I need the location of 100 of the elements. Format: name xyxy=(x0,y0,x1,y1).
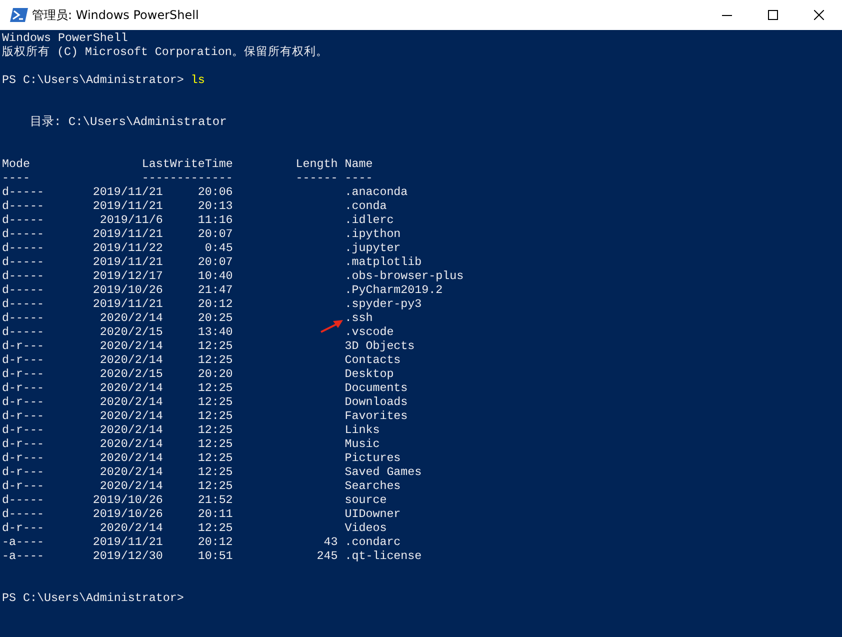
name-cell: Documents xyxy=(344,381,408,395)
name-cell: .PyCharm2019.2 xyxy=(344,283,443,297)
name-cell: Saved Games xyxy=(344,465,422,479)
name-cell: .obs-browser-plus xyxy=(344,269,464,283)
time-cell: 12:25 xyxy=(198,381,233,395)
date-cell: 2019/11/21 xyxy=(92,535,163,549)
close-icon xyxy=(814,10,824,20)
time-cell: 12:25 xyxy=(198,423,233,437)
name-cell: .qt-license xyxy=(344,549,422,563)
mode-cell: d-r--- xyxy=(2,381,44,395)
date-cell: 2020/2/15 xyxy=(100,325,163,339)
name-cell: .spyder-py3 xyxy=(344,297,422,311)
time-cell: 21:47 xyxy=(198,283,233,297)
column-header: Mode xyxy=(2,157,30,171)
date-cell: 2020/2/14 xyxy=(100,465,163,479)
time-cell: 20:12 xyxy=(198,535,233,549)
time-cell: 21:52 xyxy=(198,493,233,507)
time-cell: 10:40 xyxy=(198,269,233,283)
mode-cell: d----- xyxy=(2,199,44,213)
date-cell: 2020/2/14 xyxy=(100,437,163,451)
date-cell: 2020/2/14 xyxy=(100,479,163,493)
header-underline: ------ xyxy=(296,171,338,185)
time-cell: 20:07 xyxy=(198,227,233,241)
date-cell: 2019/11/21 xyxy=(92,199,163,213)
time-cell: 12:25 xyxy=(198,395,233,409)
date-cell: 2019/11/21 xyxy=(92,255,163,269)
name-cell: .jupyter xyxy=(344,241,401,255)
prompt-text: PS C:\Users\Administrator> xyxy=(2,73,184,87)
time-cell: 20:11 xyxy=(198,507,233,521)
console-text: 版权所有 (C) Microsoft Corporation。保留所有权利。 xyxy=(2,45,328,59)
date-cell: 2020/2/14 xyxy=(100,353,163,367)
time-cell: 10:51 xyxy=(198,549,233,563)
prompt-text: PS C:\Users\Administrator> xyxy=(2,591,184,605)
date-cell: 2019/12/30 xyxy=(92,549,163,563)
column-header: LastWriteTime xyxy=(142,157,233,171)
date-cell: 2019/11/21 xyxy=(92,227,163,241)
name-cell: .conda xyxy=(344,199,387,213)
length-cell: 245 xyxy=(316,549,338,563)
name-cell: source xyxy=(344,493,387,507)
name-cell: Videos xyxy=(344,521,387,535)
mode-cell: d----- xyxy=(2,213,44,227)
time-cell: 20:25 xyxy=(198,311,233,325)
date-cell: 2020/2/15 xyxy=(100,367,163,381)
date-cell: 2019/10/26 xyxy=(92,283,163,297)
mode-cell: d-r--- xyxy=(2,465,44,479)
name-cell: Pictures xyxy=(344,451,401,465)
directory-text: 目录: C:\Users\Administrator xyxy=(30,115,227,129)
mode-cell: -a---- xyxy=(2,535,44,549)
name-cell: Favorites xyxy=(344,409,408,423)
time-cell: 13:40 xyxy=(198,325,233,339)
time-cell: 20:20 xyxy=(198,367,233,381)
time-cell: 12:25 xyxy=(198,353,233,367)
mode-cell: d-r--- xyxy=(2,437,44,451)
date-cell: 2020/2/14 xyxy=(100,423,163,437)
mode-cell: d----- xyxy=(2,227,44,241)
time-cell: 12:25 xyxy=(198,521,233,535)
window-title: 管理员: Windows PowerShell xyxy=(32,6,199,24)
mode-cell: d----- xyxy=(2,269,44,283)
mode-cell: d----- xyxy=(2,283,44,297)
column-header: Name xyxy=(344,157,373,171)
column-header: Length xyxy=(296,157,338,171)
name-cell: .anaconda xyxy=(344,185,408,199)
time-cell: 20:13 xyxy=(198,199,233,213)
date-cell: 2019/12/17 xyxy=(92,269,163,283)
maximize-icon xyxy=(768,10,778,20)
mode-cell: d----- xyxy=(2,507,44,521)
mode-cell: d-r--- xyxy=(2,451,44,465)
time-cell: 12:25 xyxy=(198,451,233,465)
name-cell: .condarc xyxy=(344,535,401,549)
name-cell: UIDowner xyxy=(344,507,401,521)
mode-cell: d-r--- xyxy=(2,395,44,409)
time-cell: 12:25 xyxy=(198,465,233,479)
date-cell: 2019/11/21 xyxy=(92,297,163,311)
mode-cell: d-r--- xyxy=(2,521,44,535)
powershell-icon xyxy=(10,8,28,22)
date-cell: 2020/2/14 xyxy=(100,395,163,409)
header-underline: ---- xyxy=(344,171,373,185)
mode-cell: d-r--- xyxy=(2,367,44,381)
date-cell: 2020/2/14 xyxy=(100,381,163,395)
date-cell: 2019/11/21 xyxy=(92,185,163,199)
name-cell: .matplotlib xyxy=(344,255,422,269)
mode-cell: d----- xyxy=(2,185,44,199)
time-cell: 20:12 xyxy=(198,297,233,311)
name-cell: .ssh xyxy=(344,311,373,325)
mode-cell: d-r--- xyxy=(2,409,44,423)
date-cell: 2020/2/14 xyxy=(100,339,163,353)
command-text: ls xyxy=(190,73,205,87)
mode-cell: d----- xyxy=(2,255,44,269)
mode-cell: d----- xyxy=(2,493,44,507)
mode-cell: d----- xyxy=(2,297,44,311)
mode-cell: d-r--- xyxy=(2,423,44,437)
length-cell: 43 xyxy=(324,535,338,549)
date-cell: 2019/10/26 xyxy=(92,507,163,521)
time-cell: 12:25 xyxy=(198,479,233,493)
date-cell: 2020/2/14 xyxy=(100,311,163,325)
date-cell: 2019/11/6 xyxy=(100,213,163,227)
time-cell: 12:25 xyxy=(198,339,233,353)
console-text: Windows PowerShell xyxy=(2,31,128,45)
name-cell: Downloads xyxy=(344,395,408,409)
arrow-icon xyxy=(320,319,344,333)
